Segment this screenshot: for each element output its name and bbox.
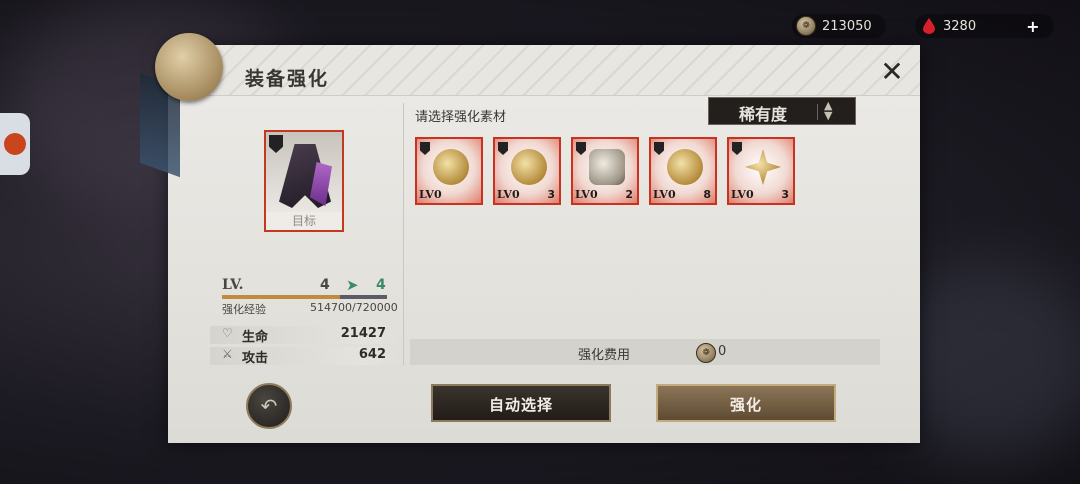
stat-value: 21427 (340, 326, 386, 341)
exp-progress-fill (222, 295, 340, 299)
item-level: LV0 (653, 188, 676, 201)
item-level: LV0 (419, 188, 442, 201)
stat-hp: ♡ 生命 21427 (210, 326, 400, 345)
add-currency-button[interactable]: + (1026, 17, 1039, 36)
blood-drop-icon (923, 18, 935, 34)
page-title: 装备强化 (245, 68, 330, 90)
coin-icon: ❁ (696, 343, 716, 363)
armor-icon (589, 149, 625, 185)
current-level: 4 (320, 277, 330, 293)
column-divider (403, 103, 404, 365)
ring-icon (667, 149, 703, 185)
stat-name: 生命 (242, 330, 269, 345)
cost-label: 强化费用 (578, 348, 631, 363)
cost-value: 0 (718, 344, 727, 359)
material-list: LV0 LV0 3 LV0 2 LV0 8 LV0 3 (415, 137, 795, 205)
coin-balance: ❁ 213050 (792, 14, 886, 38)
shield-icon (498, 142, 508, 155)
close-button[interactable]: ✕ (878, 58, 906, 86)
heart-icon: ♡ (222, 326, 233, 340)
item-level: LV0 (575, 188, 598, 201)
coin-icon: ❁ (796, 16, 816, 36)
target-equipment-card[interactable]: 目标 (264, 130, 344, 232)
item-count: 2 (625, 188, 633, 201)
ring-icon (433, 149, 469, 185)
next-level: 4 (376, 277, 386, 293)
event-icon (4, 133, 26, 155)
target-label: 目标 (266, 212, 342, 230)
stat-name: 攻击 (242, 351, 269, 366)
level-row: LV. 4 ➤ 4 (222, 276, 387, 297)
shield-icon (576, 142, 586, 155)
arrow-right-icon: ➤ (346, 276, 359, 294)
shield-icon (732, 142, 742, 155)
crown-ring-icon (511, 149, 547, 185)
material-item[interactable]: LV0 8 (649, 137, 717, 205)
rarity-label: 稀有度 (739, 105, 788, 124)
stat-attack: ⚔ 攻击 642 (210, 347, 400, 366)
star-amulet-icon (745, 149, 781, 185)
side-event-tab[interactable] (0, 113, 30, 175)
gem-amount: 3280 (943, 18, 977, 34)
level-label: LV. (222, 277, 244, 293)
material-item[interactable]: LV0 2 (571, 137, 639, 205)
item-count: 8 (703, 188, 711, 201)
sort-caret-icon: ▲ ▼ (824, 99, 833, 122)
material-title: 请选择强化素材 (415, 110, 507, 125)
sword-icon: ⚔ (222, 347, 233, 361)
material-item[interactable]: LV0 (415, 137, 483, 205)
shield-icon (654, 142, 664, 155)
enhance-button[interactable]: 强化 (656, 384, 836, 422)
exp-value: 514700/720000 (310, 301, 398, 314)
exp-label: 强化经验 (222, 303, 266, 316)
coin-amount: 213050 (822, 18, 872, 34)
gem-balance: 3280 + (915, 14, 1054, 38)
back-button[interactable]: ↶ (246, 383, 292, 429)
material-item[interactable]: LV0 3 (727, 137, 795, 205)
item-count: 3 (547, 188, 555, 201)
auto-select-button[interactable]: 自动选择 (431, 384, 611, 422)
rarity-sort-dropdown[interactable]: 稀有度 ▲ ▼ (708, 97, 856, 125)
undo-arrow-icon: ↶ (260, 394, 278, 418)
item-level: LV0 (731, 188, 754, 201)
exp-progress-bar (222, 295, 387, 299)
shield-icon (420, 142, 430, 155)
enhance-cost-bar: 强化费用 ❁ 0 (410, 339, 880, 365)
shield-icon (269, 135, 283, 153)
divider (817, 104, 818, 120)
item-level: LV0 (497, 188, 520, 201)
item-count: 3 (781, 188, 789, 201)
material-item[interactable]: LV0 3 (493, 137, 561, 205)
wax-seal-icon (155, 33, 223, 101)
stat-value: 642 (358, 347, 386, 362)
